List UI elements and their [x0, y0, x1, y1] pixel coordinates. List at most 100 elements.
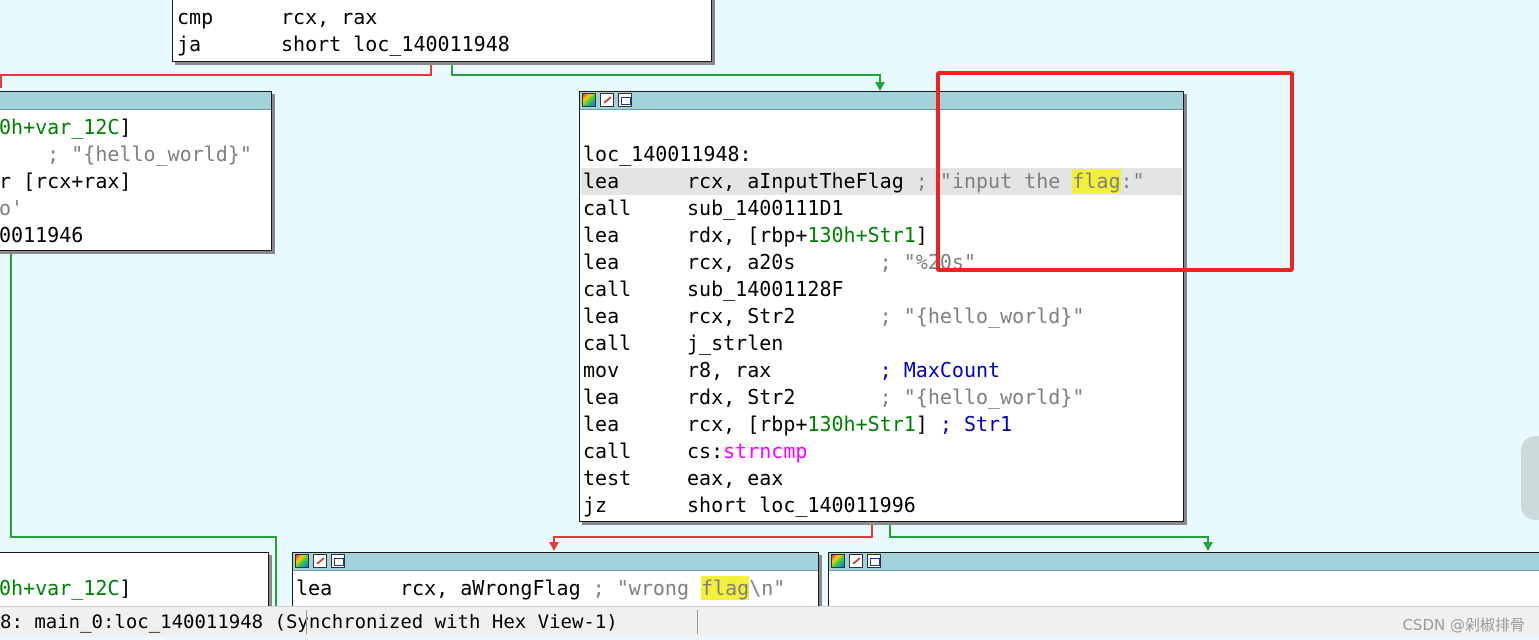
operand-end: ] [119, 115, 132, 139]
asm-line[interactable]: lea rcx, [rbp+130h+Str1] ; Str1 [583, 411, 1012, 438]
asm-line[interactable]: cmp rcx, rax [177, 4, 377, 31]
operands: r8, rax [687, 358, 880, 382]
asm-line[interactable]: lea rdx, Str2 ; "{hello_world}" [583, 384, 1084, 411]
edge-true-main-arrow [875, 82, 885, 91]
code-block-top[interactable]: cmp rcx, rax ja short loc_140011948 [172, 0, 712, 62]
import-name: strncmp [723, 439, 808, 463]
mnemonic: lea [583, 304, 620, 328]
mnemonic: call [583, 439, 632, 463]
status-divider [306, 610, 307, 634]
operand-end: ] [915, 223, 928, 247]
mnemonic: lea [296, 576, 333, 600]
edge-left-down-h [10, 536, 277, 538]
operand-offset: 0h+var_12C [0, 576, 120, 600]
color-icon[interactable] [295, 554, 309, 568]
edge-left-down-v [10, 252, 12, 537]
graph-icon[interactable] [618, 93, 632, 107]
mnemonic: lea [583, 250, 620, 274]
operands: cs: [687, 439, 724, 463]
mnemonic: jz [583, 493, 608, 517]
operands: rdx, [rbp+ [687, 223, 808, 247]
asm-line[interactable]: 0011946 [0, 222, 83, 249]
operand-end: ] [915, 412, 940, 436]
mnemonic: call [583, 331, 632, 355]
graph-icon[interactable] [331, 554, 345, 568]
edit-icon[interactable] [600, 93, 614, 107]
mnemonic: ja [177, 32, 202, 56]
asm-line[interactable]: ja short loc_140011948 [177, 31, 510, 58]
status-divider [697, 610, 698, 634]
operands: sub_1400111D1 [687, 196, 844, 220]
edge-true-main-h [451, 74, 881, 76]
label-line[interactable]: loc_140011948: [583, 141, 752, 168]
operands: rcx, a20s [687, 250, 880, 274]
operands: rdx, Str2 [687, 385, 880, 409]
comment: ; "{hello_world}" [879, 385, 1085, 409]
block-titlebar [0, 92, 271, 110]
mnemonic: call [583, 277, 632, 301]
mnemonic: lea [583, 412, 620, 436]
operands: sub_14001128F [687, 277, 844, 301]
asm-line[interactable]: call j_strlen [583, 330, 783, 357]
edge-false-bottom-h [553, 536, 873, 538]
edge-false-bottom-arrow [549, 542, 559, 551]
asm-line[interactable]: 0h+var_12C] [0, 114, 131, 141]
block-titlebar [829, 553, 1539, 571]
asm-comment-line[interactable]: ; "{hello_world}" [0, 141, 252, 168]
edge-false-left-v [0, 74, 2, 88]
color-icon[interactable] [582, 93, 596, 107]
asm-line[interactable]: jz short loc_140011996 [583, 492, 916, 519]
comment: ; "wrong flag\n" [592, 576, 786, 600]
mnemonic: mov [583, 358, 620, 382]
asm-line[interactable]: lea rdx, [rbp+130h+Str1] [583, 222, 928, 249]
asm-line[interactable]: lea rcx, aWrongFlag ; "wrong flag\n" [296, 575, 785, 602]
asm-line[interactable]: mov r8, rax ; MaxCount [583, 357, 1000, 384]
operands: short loc_140011996 [687, 493, 916, 517]
mnemonic: call [583, 196, 632, 220]
comment: ; Str1 [939, 412, 1013, 436]
block-titlebar [293, 553, 818, 571]
code-block-left[interactable]: 0h+var_12C] ; "{hello_world}" r [rcx+rax… [0, 91, 272, 251]
operands: rcx, rax [281, 5, 378, 29]
comment: ; "{hello_world}" [879, 304, 1085, 328]
mnemonic: lea [583, 223, 620, 247]
edit-icon[interactable] [849, 554, 863, 568]
operand-offset: 130h+Str1 [807, 412, 916, 436]
comment: ; MaxCount [879, 358, 1001, 382]
operands: short loc_140011948 [281, 32, 510, 56]
operands: rcx, [rbp+ [687, 412, 808, 436]
scroll-handle[interactable] [1521, 436, 1539, 520]
operands: rcx, aWrongFlag [400, 576, 593, 600]
asm-line[interactable]: lea rcx, a20s ; "%20s" [583, 249, 976, 276]
mnemonic: test [583, 466, 632, 490]
edge-false-left-h [0, 74, 432, 76]
edge-false-bottom-v [871, 521, 873, 537]
operands: rcx, Str2 [687, 304, 880, 328]
edge-true-bottom-v [889, 521, 891, 537]
asm-line[interactable]: call cs:strncmp [583, 438, 807, 465]
edit-icon[interactable] [313, 554, 327, 568]
asm-line[interactable]: 0h+var_12C] [0, 575, 131, 602]
status-location: 8: main_0:loc_140011948 (Synchronized wi… [0, 611, 618, 633]
asm-line[interactable]: r [rcx+rax] [0, 168, 131, 195]
operands: j_strlen [687, 331, 784, 355]
watermark: CSDN @剁椒排骨 [1402, 616, 1525, 634]
asm-line[interactable]: call sub_1400111D1 [583, 195, 844, 222]
mnemonic: lea [583, 385, 620, 409]
edge-left-down-v2 [275, 536, 277, 606]
search-highlight: flag [701, 576, 750, 600]
graph-icon[interactable] [867, 554, 881, 568]
color-icon[interactable] [831, 554, 845, 568]
status-bar: 8: main_0:loc_140011948 (Synchronized wi… [0, 606, 1539, 637]
edge-true-bottom-h [889, 536, 1209, 538]
asm-line[interactable]: test eax, eax [583, 465, 783, 492]
asm-line[interactable]: o' [0, 195, 23, 222]
edge-true-bottom-arrow [1203, 542, 1213, 551]
operand-end: ] [119, 576, 132, 600]
annotation-box [936, 71, 1294, 272]
operands: eax, eax [687, 466, 784, 490]
operands: rcx, aInputTheFlag [687, 169, 904, 193]
mnemonic: lea [583, 169, 620, 193]
asm-line[interactable]: call sub_14001128F [583, 276, 844, 303]
asm-line[interactable]: lea rcx, Str2 ; "{hello_world}" [583, 303, 1084, 330]
